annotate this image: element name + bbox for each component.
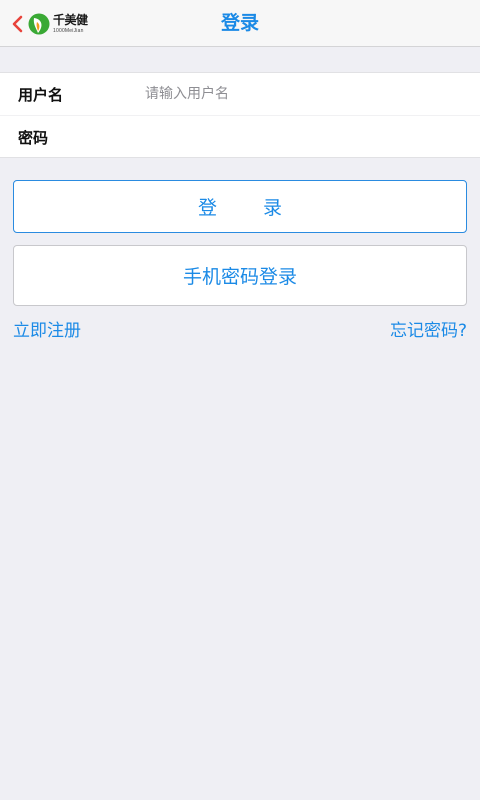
login-button[interactable]: 登 录 [13, 180, 467, 233]
username-row: 用户名 [0, 73, 480, 115]
phone-password-login-button[interactable]: 手机密码登录 [13, 245, 467, 306]
page-title: 登录 [220, 12, 259, 34]
nav-bar: 千美健 1000MeiJian 登录 [0, 0, 480, 47]
password-input[interactable] [145, 122, 465, 152]
username-input[interactable] [145, 79, 465, 109]
forgot-password-link[interactable]: 忘记密码? [390, 316, 467, 341]
register-link[interactable]: 立即注册 [13, 316, 81, 341]
login-page: 千美健 1000MeiJian 登录 用户名 密码 登 录 手机密码登录 立即注… [0, 0, 480, 800]
login-form: 用户名 密码 [0, 72, 480, 158]
username-label: 用户名 [18, 85, 64, 104]
password-row: 密码 [0, 116, 480, 158]
password-label: 密码 [18, 128, 49, 147]
